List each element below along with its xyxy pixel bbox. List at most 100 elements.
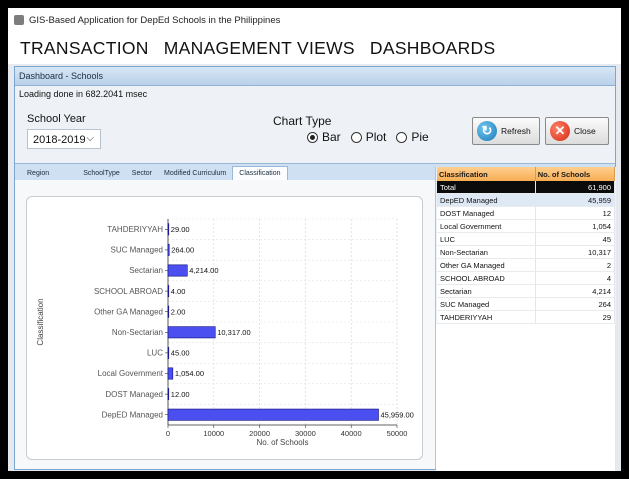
radio-pie-label: Pie <box>411 130 429 144</box>
table-cell: 4 <box>535 271 616 285</box>
chevron-down-icon: ⌵ <box>86 133 94 144</box>
bar <box>167 264 188 277</box>
chart-type-label: Chart Type <box>273 114 332 128</box>
table-row[interactable]: DOST Managed 12 <box>437 206 616 220</box>
table-row[interactable]: Non-Sectarian 10,317 <box>437 245 616 259</box>
menu-bar: TRANSACTION MANAGEMENT VIEWS DASHBOARDS <box>8 32 621 64</box>
table-cell: LUC <box>437 232 536 246</box>
x-tick-label: 10000 <box>203 429 224 438</box>
bar <box>167 243 170 256</box>
data-label: 264.00 <box>171 246 194 255</box>
radio-bar[interactable]: Bar <box>307 130 341 144</box>
table-cell: SCHOOL ABROAD <box>437 271 536 285</box>
x-tick-label: 0 <box>166 429 170 438</box>
table-row[interactable]: DepED Managed 45,959 <box>437 193 616 207</box>
data-label: 4.00 <box>171 287 186 296</box>
tab-classification[interactable]: Classification <box>232 166 288 181</box>
menu-management-views[interactable]: MANAGEMENT VIEWS <box>164 38 355 59</box>
column-header-no-of-schools[interactable]: No. of Schools <box>535 167 616 181</box>
table-cell: DepED Managed <box>437 193 536 207</box>
table-row[interactable]: Other GA Managed 2 <box>437 258 616 272</box>
x-tick-label: 30000 <box>295 429 316 438</box>
category-label: LUC <box>147 349 163 358</box>
bar <box>167 346 170 359</box>
category-label: SUC Managed <box>111 246 163 255</box>
x-tick-label: 50000 <box>387 429 408 438</box>
table-cell: 29 <box>535 310 616 324</box>
category-label: Sectarian <box>129 266 163 275</box>
table-row[interactable]: Sectarian 4,214 <box>437 284 616 298</box>
table-row[interactable]: SUC Managed 264 <box>437 297 616 311</box>
dashboard-header: Dashboard - Schools <box>15 67 615 86</box>
tab-region[interactable]: Region <box>21 167 55 181</box>
chart-panel: 0 10000 20000 30000 40000 50000 TAHDERIYYAH 29.… <box>26 196 423 460</box>
radio-plot[interactable]: Plot <box>350 130 387 144</box>
data-label: 45.00 <box>171 349 190 358</box>
table-row-total[interactable]: Total 61,900 <box>437 181 616 194</box>
table-empty-area <box>436 324 616 471</box>
bar-chart: 0 10000 20000 30000 40000 50000 TAHDERIYYAH 29.… <box>36 218 414 447</box>
table-row[interactable]: TAHDERIYYAH 29 <box>437 310 616 324</box>
loading-status: Loading done in 682.2041 msec <box>19 89 148 99</box>
school-year-select[interactable]: 2018-2019 ⌵ <box>27 129 101 149</box>
data-label: 10,317.00 <box>217 328 250 337</box>
table-cell: Non-Sectarian <box>437 245 536 259</box>
table-cell: Local Government <box>437 219 536 233</box>
x-tick-label: 20000 <box>249 429 270 438</box>
radio-pie[interactable]: Pie <box>396 130 429 144</box>
data-label: 29.00 <box>171 225 190 234</box>
radio-plot-indicator <box>350 131 362 143</box>
school-year-value: 2018-2019 <box>33 134 86 146</box>
tab-schooltype[interactable]: SchoolType <box>77 167 126 181</box>
window-title: GIS-Based Application for DepEd Schools … <box>29 14 281 26</box>
category-label: Other GA Managed <box>94 307 163 316</box>
refresh-button[interactable]: ↻ Refresh <box>472 117 540 145</box>
app-window: GIS-Based Application for DepEd Schools … <box>8 8 621 471</box>
table-row[interactable]: SCHOOL ABROAD 4 <box>437 271 616 285</box>
tab-modified-curriculum[interactable]: Modified Curriculum <box>158 167 232 181</box>
category-label: DepED Managed <box>102 410 163 419</box>
close-icon: ✕ <box>550 121 570 141</box>
radio-pie-indicator <box>396 131 408 143</box>
table-header-row: Classification No. of Schools <box>437 167 616 181</box>
table-cell: 45 <box>535 232 616 246</box>
bar <box>167 285 170 298</box>
school-year-label: School Year <box>27 113 86 125</box>
refresh-icon: ↻ <box>477 121 497 141</box>
table-cell: Sectarian <box>437 284 536 298</box>
radio-plot-label: Plot <box>365 130 387 144</box>
x-axis-title: No. of Schools <box>256 438 308 447</box>
bar <box>167 305 170 318</box>
category-label: Local Government <box>98 369 164 378</box>
chart-type-radio-group: Bar Plot Pie <box>307 130 439 144</box>
table-row[interactable]: Local Government 1,054 <box>437 219 616 233</box>
category-label: SCHOOL ABROAD <box>94 287 163 296</box>
refresh-button-label: Refresh <box>501 126 531 136</box>
data-label: 12.00 <box>171 390 190 399</box>
table-cell: 264 <box>535 297 616 311</box>
table-cell: SUC Managed <box>437 297 536 311</box>
close-button-label: Close <box>574 126 596 136</box>
data-label: 45,959.00 <box>380 410 413 419</box>
dashboard-panel: Dashboard - Schools Loading done in 682.… <box>14 66 616 471</box>
tab-sector[interactable]: Sector <box>126 167 158 181</box>
table-row[interactable]: LUC 45 <box>437 232 616 246</box>
table-cell: Total <box>437 181 536 194</box>
table-cell: Other GA Managed <box>437 258 536 272</box>
close-button[interactable]: ✕ Close <box>545 117 609 145</box>
data-label: 2.00 <box>171 307 186 316</box>
data-label: 1,054.00 <box>175 369 204 378</box>
bar <box>167 408 379 421</box>
table-cell: 2 <box>535 258 616 272</box>
menu-transaction[interactable]: TRANSACTION <box>20 38 149 59</box>
bar <box>167 388 170 401</box>
column-header-classification[interactable]: Classification <box>437 167 536 181</box>
table-cell: 45,959 <box>535 193 616 207</box>
bar <box>167 367 174 380</box>
menu-dashboards[interactable]: DASHBOARDS <box>370 38 496 59</box>
bar <box>167 326 216 339</box>
y-axis-title: Classification <box>36 298 45 345</box>
x-tick-label: 40000 <box>341 429 362 438</box>
table-cell: TAHDERIYYAH <box>437 310 536 324</box>
table-cell: 61,900 <box>535 181 616 194</box>
